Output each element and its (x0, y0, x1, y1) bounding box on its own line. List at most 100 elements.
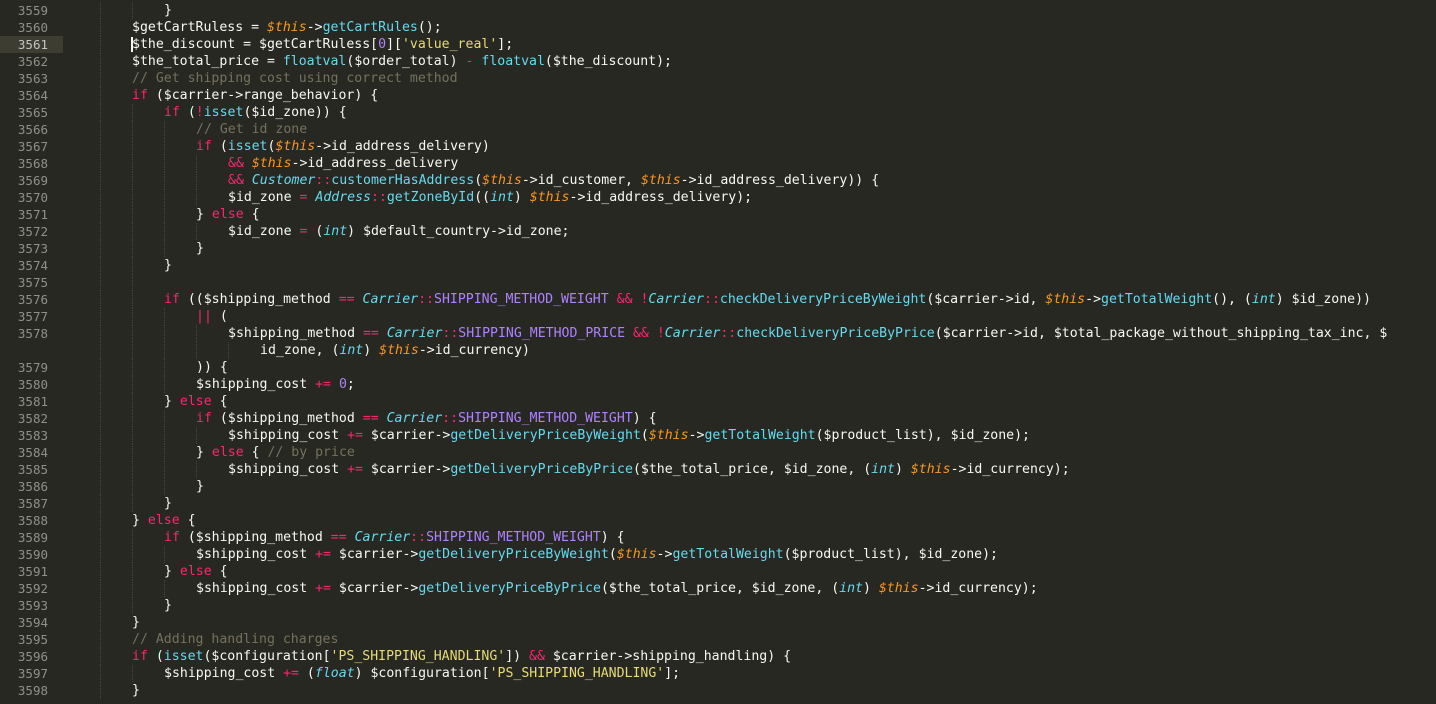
line-code[interactable]: } else { (132, 512, 196, 529)
code-line[interactable]: 3597 $shipping_cost += (float) $configura… (0, 665, 1436, 682)
line-number: 3576 (17, 292, 48, 307)
code-line[interactable]: 3584} else { // by price (0, 444, 1436, 461)
code-line[interactable]: 3598} (0, 682, 1436, 699)
code-line[interactable]: 3569 && Customer::customerHasAddress($thi… (0, 172, 1436, 189)
code-line[interactable]: 3574} (0, 257, 1436, 274)
line-code[interactable]: )) { (196, 359, 228, 376)
code-line[interactable]: 3563 // Get shipping cost using correct m… (0, 70, 1436, 87)
code-line[interactable]: 3591 } else { (0, 563, 1436, 580)
code-line[interactable]: 3571} else { (0, 206, 1436, 223)
line-code[interactable]: || ( (196, 308, 228, 325)
code-line[interactable]: 3582 if ($shipping_method == Carrier::SHI… (0, 410, 1436, 427)
code-token: } (196, 445, 212, 460)
code-line[interactable]: 3572 $id_zone = (int) $default_country->i… (0, 223, 1436, 240)
code-line[interactable]: 3590 $shipping_cost += $carrier->getDeliv… (0, 546, 1436, 563)
code-editor[interactable]: 3559} 3560 $getCartRuless = $this->getCart… (0, 0, 1436, 704)
line-code[interactable]: $shipping_cost += $carrier->getDeliveryP… (196, 580, 1038, 597)
code-token: ][ (386, 37, 402, 52)
line-code[interactable]: if (isset($this->id_address_delivery) (196, 138, 490, 155)
code-line[interactable]: 3594} (0, 614, 1436, 631)
code-line[interactable]: 3570 $id_zone = Address::getZoneById((int… (0, 189, 1436, 206)
line-code[interactable]: if ($carrier->range_behavior) { (132, 87, 378, 104)
line-code[interactable]: $shipping_cost += $carrier->getDeliveryP… (196, 546, 998, 563)
code-line[interactable]: 3593} (0, 597, 1436, 614)
code-line[interactable]: 3581} else { (0, 393, 1436, 410)
line-code[interactable]: if (isset($configuration['PS_SHIPPING_HA… (132, 648, 791, 665)
code-token: -> (656, 547, 673, 562)
line-code[interactable]: $shipping_cost += $carrier->getDeliveryP… (228, 461, 1070, 478)
code-line[interactable]: 3578 $shipping_method == Carrier::SHIPPIN… (0, 325, 1436, 342)
line-code[interactable]: $getCartRuless = $this->getCartRules(); (132, 19, 442, 36)
code-line[interactable]: 3596 if (isset($configuration['PS_SHIPPIN… (0, 648, 1436, 665)
code-token: && (632, 326, 649, 341)
code-token: ! (656, 326, 665, 341)
line-code[interactable]: $shipping_cost += $carrier->getDeliveryP… (228, 427, 1030, 444)
code-line[interactable]: 3580 $shipping_cost += 0; (0, 376, 1436, 393)
code-line[interactable]: 3575 (0, 274, 1436, 291)
code-line[interactable]: 3559} (0, 2, 1436, 19)
line-code[interactable]: } (196, 240, 204, 257)
code-line[interactable]: 3577 || ( (0, 308, 1436, 325)
code-line[interactable]: 3586} (0, 478, 1436, 495)
line-code[interactable]: } else { (196, 206, 260, 223)
line-number: 3591 (17, 564, 48, 579)
code-line[interactable]: 3568 && $this->id_address_delivery (0, 155, 1436, 172)
line-code[interactable]: } (196, 478, 204, 495)
code-line[interactable]: 3564 if ($carrier->range_behavior) { (0, 87, 1436, 104)
indent-guide (132, 410, 133, 427)
code-line[interactable]: 3588} else { (0, 512, 1436, 529)
line-code[interactable]: if ($shipping_method == Carrier::SHIPPIN… (196, 410, 657, 427)
code-line[interactable]: 3567 if (isset($this->id_address_delivery… (0, 138, 1436, 155)
code-token: == (362, 411, 379, 426)
code-line[interactable]: 3560 $getCartRuless = $this->getCartRules… (0, 19, 1436, 36)
line-code[interactable]: } (132, 614, 140, 631)
line-code[interactable]: $id_zone = (int) $default_country->id_zo… (228, 223, 569, 240)
code-line[interactable]: 3561 $the_discount = $getCartRuless[0]['v… (0, 36, 1436, 53)
code-line[interactable]: 3592 $shipping_cost += $carrier->getDeliv… (0, 580, 1436, 597)
code-line[interactable]: 3562 $the_total_price = floatval($order_t… (0, 53, 1436, 70)
code-line[interactable]: 3573} (0, 240, 1436, 257)
line-code[interactable]: } else { (164, 393, 228, 410)
code-token: ) (894, 462, 911, 477)
code-line[interactable]: 3585 $shipping_cost += $carrier->getDeliv… (0, 461, 1436, 478)
code-line[interactable]: 3576 if (($shipping_method == Carrier::SH… (0, 291, 1436, 308)
code-line[interactable]: 3565 if (!isset($id_zone)) { (0, 104, 1436, 121)
code-token: } (164, 394, 180, 409)
code-line[interactable]: 3587} (0, 495, 1436, 512)
line-code[interactable]: } (164, 495, 172, 512)
line-code[interactable]: } (164, 257, 172, 274)
line-code[interactable]: && $this->id_address_delivery (228, 155, 458, 172)
line-code[interactable]: // Get shipping cost using correct metho… (132, 70, 458, 87)
code-line[interactable]: 3566 // Get id zone (0, 121, 1436, 138)
line-code[interactable]: } (164, 2, 172, 19)
code-line[interactable]: 3579)) { (0, 359, 1436, 376)
line-code[interactable]: && Customer::customerHasAddress($this->i… (228, 172, 879, 189)
code-token: $carrier-> (362, 428, 451, 443)
line-code[interactable]: $shipping_method == Carrier::SHIPPING_ME… (228, 325, 1387, 342)
line-code[interactable]: } else { // by price (196, 444, 355, 461)
line-code[interactable]: } (164, 597, 172, 614)
code-token: int (871, 462, 895, 477)
line-number: 3583 (17, 428, 48, 443)
line-code[interactable]: // Get id zone (196, 121, 307, 138)
code-token: else (147, 513, 180, 528)
line-code[interactable]: $shipping_cost += 0; (196, 376, 355, 393)
line-code[interactable]: $id_zone = Address::getZoneById((int) $t… (228, 189, 752, 206)
code-line[interactable]: 3583 $shipping_cost += $carrier->getDeliv… (0, 427, 1436, 444)
line-code[interactable]: } else { (164, 563, 228, 580)
line-code[interactable]: $the_discount = $getCartRuless[0]['value… (132, 36, 513, 53)
line-code[interactable]: $the_total_price = floatval($order_total… (132, 53, 672, 70)
code-token: 0 (378, 37, 387, 52)
line-number: 3572 (17, 224, 48, 239)
line-code[interactable]: $shipping_cost += (float) $configuration… (164, 665, 680, 682)
line-code[interactable]: id_zone, (int) $this->id_currency) (260, 342, 530, 359)
line-code[interactable]: if (!isset($id_zone)) { (164, 104, 347, 121)
code-line[interactable]: 3595 // Adding handling charges (0, 631, 1436, 648)
line-code[interactable]: } (132, 682, 140, 699)
code-line[interactable]: 3589 if ($shipping_method == Carrier::SHI… (0, 529, 1436, 546)
code-line[interactable]: id_zone, (int) $this->id_currency) (0, 342, 1436, 359)
line-code[interactable]: if ($shipping_method == Carrier::SHIPPIN… (164, 529, 625, 546)
line-code[interactable]: if (($shipping_method == Carrier::SHIPPI… (164, 291, 1371, 308)
line-code[interactable]: // Adding handling charges (132, 631, 338, 648)
